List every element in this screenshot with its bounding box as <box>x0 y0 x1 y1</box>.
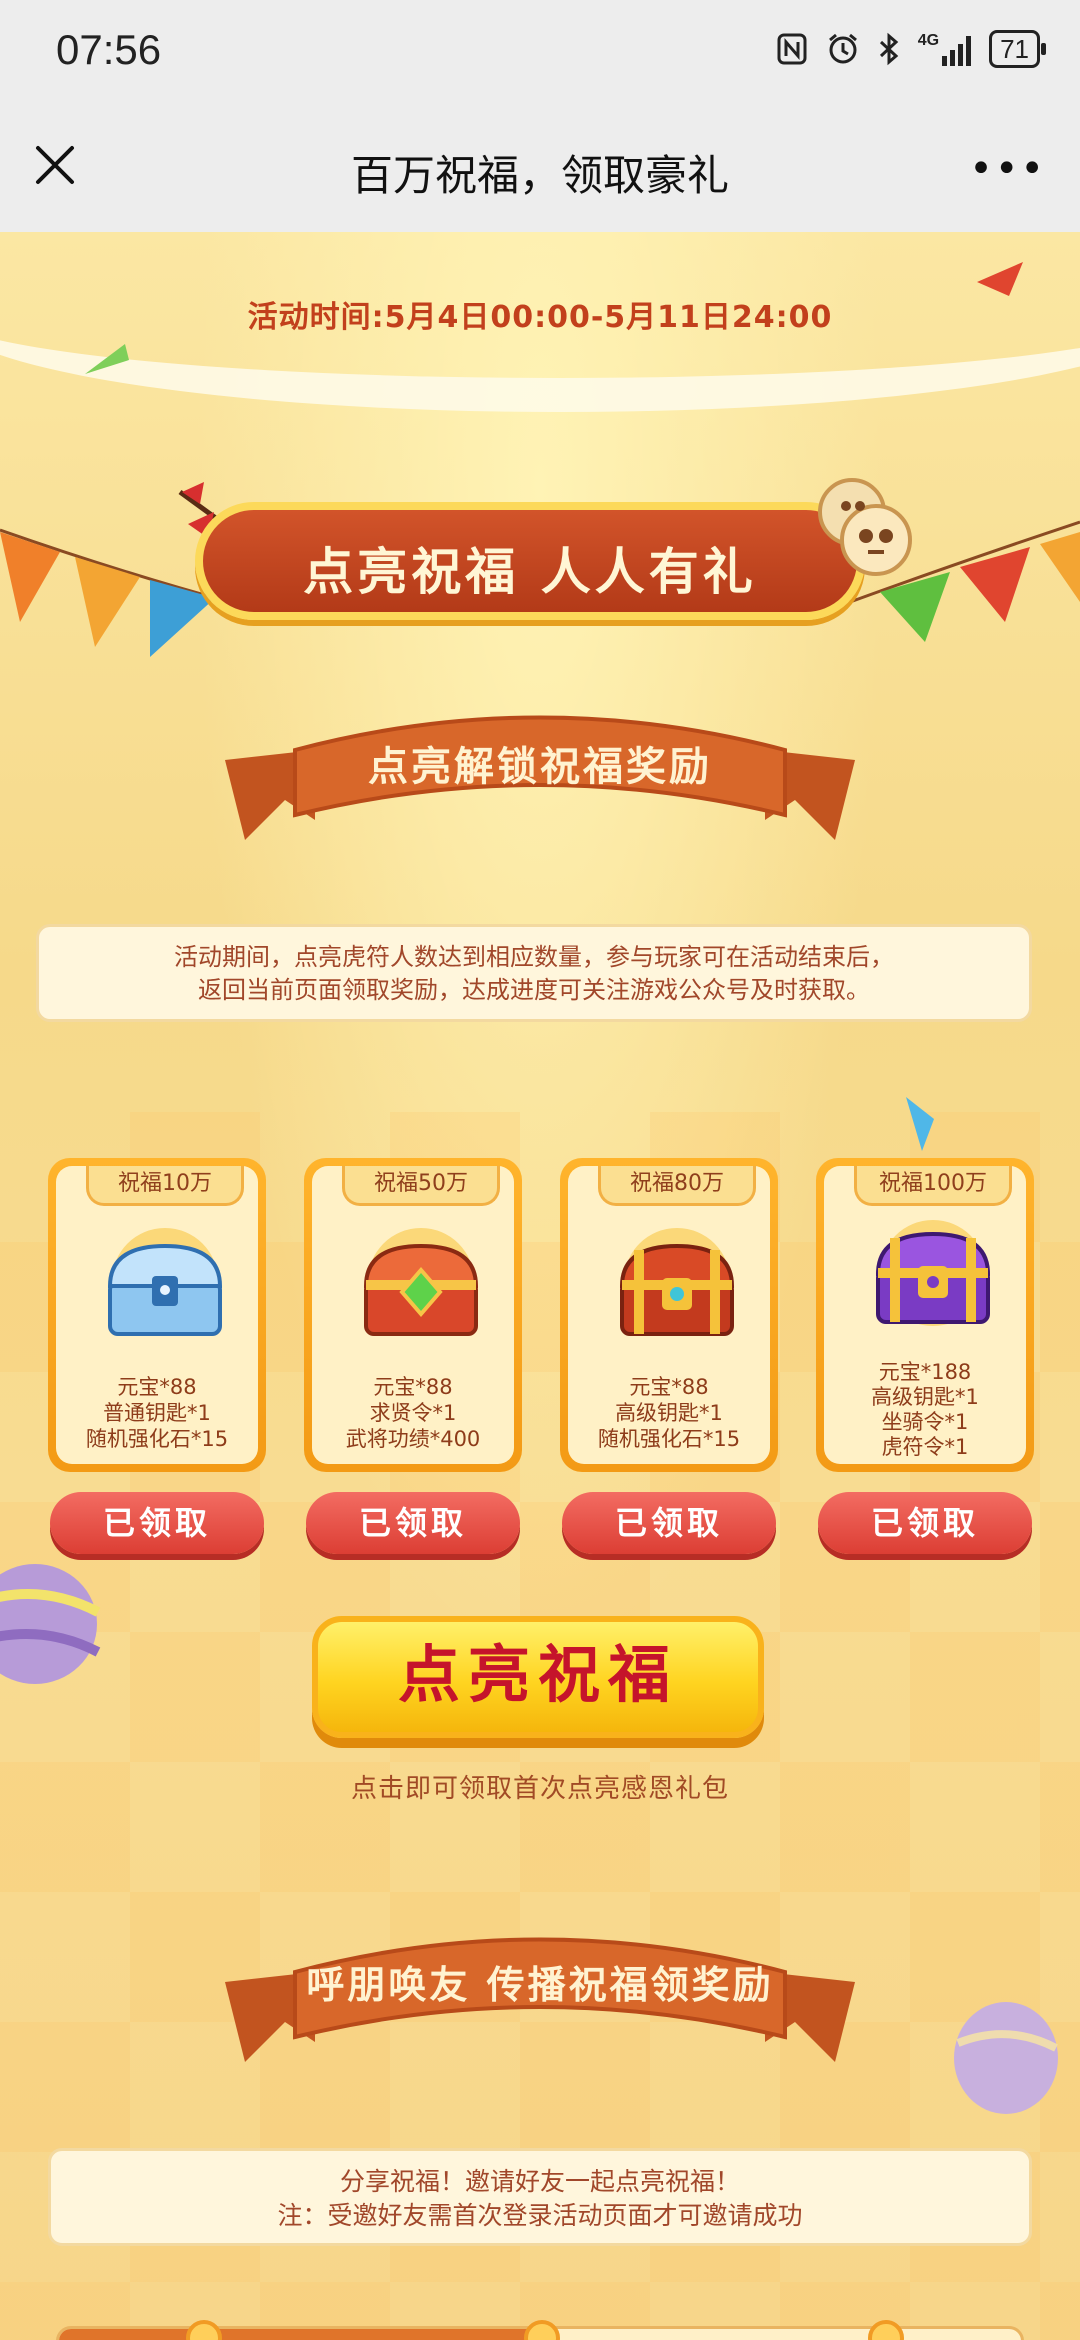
reward-items: 元宝*88 普通钥匙*1 随机强化石*15 <box>56 1374 258 1452</box>
more-options-icon[interactable]: ••• <box>969 146 1046 192</box>
confetti-blue-icon <box>906 1097 934 1151</box>
confetti-red-icon <box>977 262 1023 296</box>
reward-items: 元宝*88 高级钥匙*1 随机强化石*15 <box>568 1374 770 1452</box>
skull-coin-icon <box>818 478 912 576</box>
decorative-egg-icon <box>0 1564 101 1684</box>
reward-item: 高级钥匙*1 <box>871 1385 979 1409</box>
reward-item: 随机强化石*15 <box>85 1427 229 1451</box>
section2-info-line2: 注：受邀好友需首次登录活动页面才可邀请成功 <box>277 2201 803 2230</box>
gold-chest-icon <box>619 1243 735 1336</box>
page-title: 百万祝福，领取豪礼 <box>350 151 729 200</box>
status-bar: 07:56 4G 71 <box>0 0 1080 100</box>
main-banner: 点亮祝福 人人有礼 <box>195 502 865 620</box>
reward-tier: 祝福100万 <box>854 1166 1012 1206</box>
reward-item: 武将功绩*400 <box>345 1427 481 1451</box>
main-banner-text: 点亮祝福 人人有礼 <box>303 543 757 601</box>
reward-item: 元宝*88 <box>629 1375 709 1399</box>
light-up-caption: 点击即可领取首次点亮感恩礼包 <box>350 1774 729 1804</box>
reward-tier: 祝福80万 <box>598 1166 756 1206</box>
section1-info-line2: 返回当前页面领取奖励，达成进度可关注游戏公众号及时获取。 <box>198 976 870 1004</box>
reward-item: 元宝*188 <box>878 1360 972 1384</box>
activity-time: 活动时间:5月4日00:00-5月11日24:00 <box>247 300 833 335</box>
reward-card-3: 祝福80万 元宝*88 高级钥匙*1 随机强化石*15 <box>560 1158 778 1472</box>
reward-items: 元宝*88 求贤令*1 武将功绩*400 <box>312 1374 514 1452</box>
nfc-icon <box>777 33 807 65</box>
section1-title: 点亮解锁祝福奖励 <box>368 744 712 790</box>
alarm-icon <box>828 33 857 64</box>
reward-items: 元宝*188 高级钥匙*1 坐骑令*1 虎符令*1 <box>824 1360 1026 1460</box>
reward-item: 求贤令*1 <box>369 1401 457 1425</box>
light-up-blessing-button[interactable]: 点亮祝福 <box>312 1616 764 1738</box>
status-icons: 4G 71 <box>776 30 1046 68</box>
section2-title: 呼朋唤友 传播祝福领奖励 <box>306 1963 774 2007</box>
section1-info: 活动期间，点亮虎符人数达到相应数量，参与玩家可在活动结束后， 返回当前页面领取奖… <box>36 924 1032 1022</box>
claim-button-1[interactable]: 已领取 <box>50 1492 264 1554</box>
confetti-green-icon <box>85 344 129 374</box>
claim-button-3[interactable]: 已领取 <box>562 1492 776 1554</box>
red-chest-icon <box>363 1243 479 1336</box>
purple-chest-icon <box>875 1231 991 1324</box>
section2-info: 分享祝福！邀请好友一起点亮祝福！ 注：受邀好友需首次登录活动页面才可邀请成功 <box>48 2148 1032 2246</box>
decorative-egg-icon <box>954 2002 1058 2114</box>
reward-card-1: 祝福10万 元宝*88 普通钥匙*1 随机强化石*15 <box>48 1158 266 1472</box>
reward-item: 普通钥匙*1 <box>103 1401 211 1425</box>
network-type: 4G <box>917 32 940 49</box>
section2-info-line1: 分享祝福！邀请好友一起点亮祝福！ <box>339 2167 740 2196</box>
reward-item: 随机强化石*15 <box>597 1427 741 1451</box>
reward-card-4: 祝福100万 元宝*188 高级钥匙*1 坐骑令*1 虎符令*1 <box>816 1158 1034 1472</box>
bluetooth-icon <box>879 32 898 66</box>
reward-tier: 祝福50万 <box>342 1166 500 1206</box>
claim-button-4[interactable]: 已领取 <box>818 1492 1032 1554</box>
reward-item: 元宝*88 <box>373 1375 453 1399</box>
reward-item: 高级钥匙*1 <box>615 1401 723 1425</box>
nav-bar: 百万祝福，领取豪礼 ••• <box>0 100 1080 232</box>
section1-info-line1: 活动期间，点亮虎符人数达到相应数量，参与玩家可在活动结束后， <box>174 943 894 971</box>
reward-item: 元宝*88 <box>117 1375 197 1399</box>
status-time: 07:56 <box>56 26 162 73</box>
reward-card-2: 祝福50万 元宝*88 求贤令*1 武将功绩*400 <box>304 1158 522 1472</box>
signal-4g-icon: 4G <box>917 32 972 66</box>
reward-item: 虎符令*1 <box>881 1435 969 1459</box>
blue-chest-icon <box>107 1243 223 1336</box>
reward-item: 坐骑令*1 <box>881 1410 969 1434</box>
reward-tier: 祝福10万 <box>86 1166 244 1206</box>
claim-button-2[interactable]: 已领取 <box>306 1492 520 1554</box>
event-page: 活动时间:5月4日00:00-5月11日24:00 点亮祝福 人人有礼 点亮解锁… <box>0 232 1080 2340</box>
battery-indicator: 71 <box>989 30 1046 68</box>
